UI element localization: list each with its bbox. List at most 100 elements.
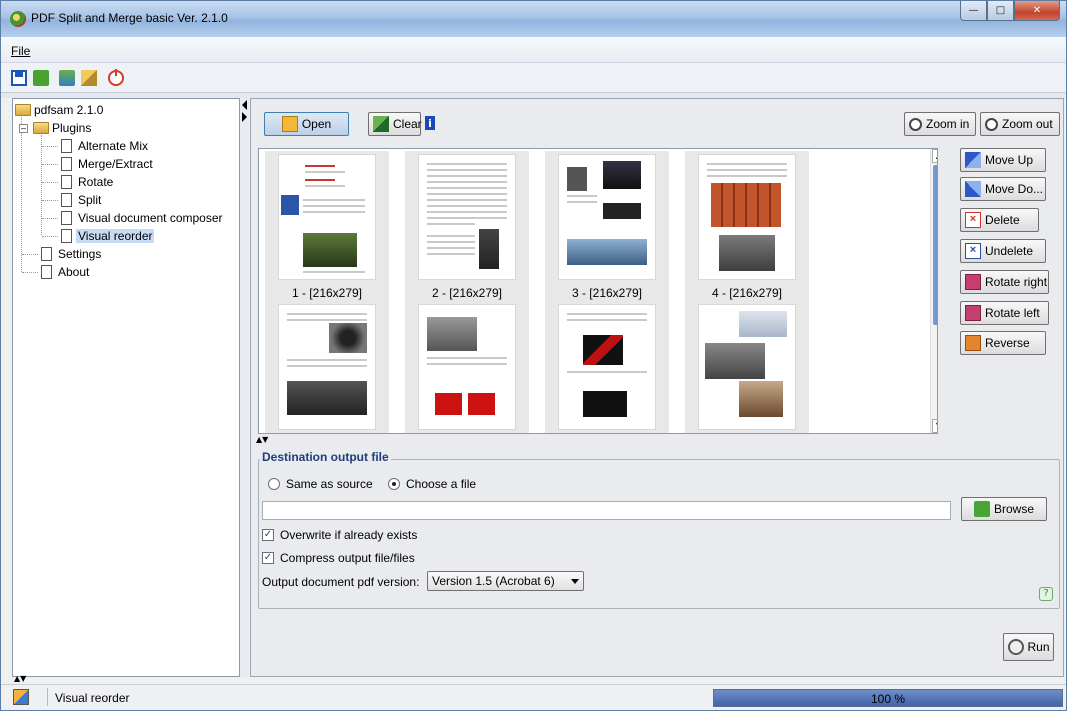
choose-file-label: Choose a file: [406, 477, 477, 491]
move-down-button[interactable]: Move Do...: [960, 177, 1046, 201]
undelete-label: Undelete: [985, 244, 1034, 258]
visual-reorder-icon: [13, 689, 29, 705]
maximize-button[interactable]: □: [987, 1, 1014, 21]
tree-connector: [42, 182, 58, 183]
open-button[interactable]: Open: [264, 112, 349, 136]
overwrite-checkbox[interactable]: ✓: [262, 529, 274, 541]
same-as-source-radio[interactable]: [268, 478, 280, 490]
tree-item-label: Visual document composer: [78, 211, 223, 225]
gear-icon: [1007, 639, 1024, 655]
page-thumbnail[interactable]: [685, 301, 809, 433]
load-icon[interactable]: [33, 70, 49, 86]
page-preview: [559, 305, 655, 429]
page-thumbnail[interactable]: [265, 301, 389, 433]
scroll-thumb[interactable]: [933, 165, 937, 325]
page-caption: 3 - [216x279]: [571, 286, 643, 300]
tree-connector: [21, 117, 22, 272]
collapse-icon[interactable]: –: [19, 124, 28, 133]
help-icon[interactable]: ?: [1039, 587, 1053, 601]
visual-reorder-panel: Open Clear i Zoom in Zoom out 1 - [216x2…: [250, 98, 1064, 677]
tree-root-label: pdfsam 2.1.0: [34, 103, 104, 117]
collapse-left-icon[interactable]: [242, 100, 247, 110]
page-preview: [699, 155, 795, 279]
exit-icon[interactable]: [108, 69, 124, 86]
page-preview: [559, 155, 655, 279]
arrow-down-icon: [965, 181, 981, 197]
tree-about-label: About: [58, 265, 90, 279]
menu-file-label: File: [11, 44, 31, 58]
close-button[interactable]: ✕: [1014, 1, 1060, 21]
expand-right-icon[interactable]: [242, 112, 247, 122]
delete-icon: ×: [965, 212, 981, 228]
delete-button[interactable]: × Delete: [960, 208, 1039, 232]
browse-button[interactable]: Browse: [961, 497, 1047, 521]
environment-icon[interactable]: [59, 70, 75, 86]
pdf-version-label: Output document pdf version:: [262, 575, 420, 589]
page-thumbnail[interactable]: [405, 301, 529, 433]
status-bar: Visual reorder 100 %: [1, 684, 1066, 710]
rotate-right-label: Rotate right: [985, 275, 1048, 289]
menu-file[interactable]: File: [11, 44, 30, 58]
bottom-splitter[interactable]: ▲▼: [12, 674, 242, 683]
folder-icon: [281, 116, 298, 132]
tree-connector: [41, 135, 42, 235]
thumbnails-scrollbar[interactable]: ▲ ▼: [930, 149, 937, 433]
page-thumbnail[interactable]: 3 - [216x279]: [545, 151, 669, 303]
scroll-down-icon[interactable]: ▼: [932, 419, 937, 433]
zoom-out-icon: [985, 117, 998, 131]
zoom-out-button[interactable]: Zoom out: [980, 112, 1060, 136]
page-preview: [279, 155, 375, 279]
folder-open-icon: [33, 122, 49, 134]
page-preview: [419, 305, 515, 429]
page-caption: 1 - [216x279]: [291, 286, 363, 300]
folder-open-icon: [15, 104, 31, 116]
vertical-splitter[interactable]: [240, 98, 249, 677]
title-bar[interactable]: PDF Split and Merge basic Ver. 2.1.0 — □…: [1, 1, 1066, 37]
run-button[interactable]: Run: [1003, 633, 1054, 661]
rotate-left-button[interactable]: Rotate left: [960, 301, 1049, 325]
page-icon: [61, 193, 72, 207]
compress-checkbox[interactable]: ✓: [262, 552, 274, 564]
tree-item-label: Merge/Extract: [78, 157, 153, 171]
zoom-in-button[interactable]: Zoom in: [904, 112, 976, 136]
minimize-button[interactable]: —: [960, 1, 987, 21]
scroll-up-icon[interactable]: ▲: [932, 149, 937, 163]
move-up-label: Move Up: [985, 153, 1034, 167]
undelete-button[interactable]: × Undelete: [960, 239, 1046, 263]
page-thumbnails-list[interactable]: 1 - [216x279] 2 - [216x279] 3 - [216x279…: [258, 148, 938, 434]
collapse-arrows-icon[interactable]: ▲▼: [14, 674, 26, 683]
page-thumbnail[interactable]: 1 - [216x279]: [265, 151, 389, 303]
move-down-label: Move Do...: [985, 182, 1044, 196]
status-text: Visual reorder: [55, 691, 130, 705]
delete-label: Delete: [985, 213, 1020, 227]
tree-settings-label: Settings: [58, 247, 102, 261]
overwrite-label: Overwrite if already exists: [280, 528, 418, 542]
horizontal-splitter[interactable]: ▲▼: [251, 436, 1063, 444]
window-controls: — □ ✕: [960, 1, 1060, 22]
tree-connector: [42, 146, 58, 147]
page-icon: [61, 211, 72, 225]
reverse-button[interactable]: Reverse: [960, 331, 1046, 355]
rotate-right-button[interactable]: Rotate right: [960, 270, 1049, 294]
clear-icon[interactable]: [81, 70, 97, 86]
page-icon: [61, 229, 72, 243]
menu-bar: File: [1, 37, 1066, 63]
move-up-button[interactable]: Move Up: [960, 148, 1046, 172]
arrow-up-icon: [965, 152, 981, 168]
info-icon[interactable]: i: [425, 116, 435, 130]
choose-file-radio[interactable]: [388, 478, 400, 490]
page-thumbnail[interactable]: [545, 301, 669, 433]
page-icon: [41, 247, 52, 261]
tree-item-label: Split: [78, 193, 102, 207]
tree-plugins-label: Plugins: [52, 121, 92, 135]
collapse-arrows-icon[interactable]: ▲▼: [256, 436, 268, 444]
page-thumbnail[interactable]: 4 - [216x279]: [685, 151, 809, 303]
save-icon[interactable]: [11, 70, 27, 86]
pdf-version-select[interactable]: Version 1.5 (Acrobat 6): [427, 571, 584, 591]
page-thumbnail[interactable]: 2 - [216x279]: [405, 151, 529, 303]
page-caption: 2 - [216x279]: [431, 286, 503, 300]
rotate-left-label: Rotate left: [985, 306, 1040, 320]
app-window: PDF Split and Merge basic Ver. 2.1.0 — □…: [0, 0, 1067, 711]
clear-button[interactable]: Clear: [368, 112, 422, 136]
output-path-input[interactable]: [262, 501, 951, 520]
